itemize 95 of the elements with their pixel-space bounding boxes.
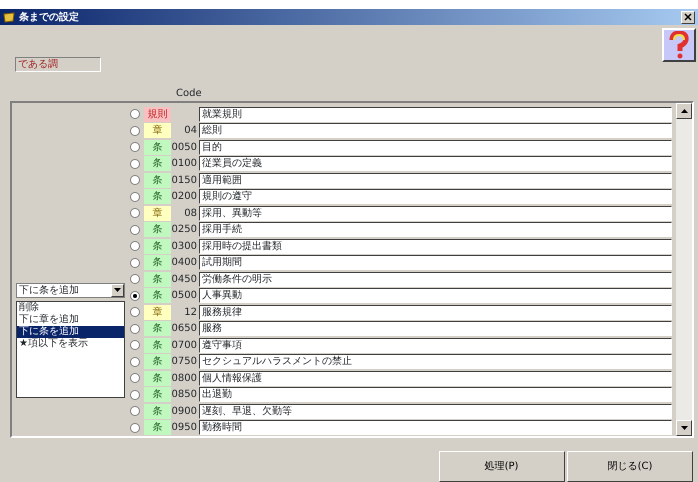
dialog-button[interactable]: 処理(P) [438,451,564,482]
kind-tag: 章 [144,123,171,138]
title-field[interactable]: 採用時の提出書類 [199,238,672,254]
title-field[interactable]: 服務規律 [199,304,672,320]
code-text: 0400 [171,256,198,270]
kind-tag: 条 [144,404,171,419]
title-field[interactable]: 服務 [199,321,672,336]
radio-button[interactable] [130,192,140,202]
code-text: 0150 [171,174,198,188]
kind-tag: 条 [144,272,171,287]
radio-button[interactable] [130,373,140,384]
list-item[interactable]: 削除 [17,302,124,314]
kind-tag: 条 [144,255,171,270]
title-field[interactable]: 遅刻、早退、欠勤等 [199,404,672,419]
code-text: 0300 [171,240,198,254]
radio-button[interactable] [130,175,140,186]
title-field[interactable]: 遵守事項 [199,338,672,353]
radio-button[interactable] [130,324,140,334]
code-text: 0800 [171,372,198,386]
close-icon[interactable] [684,13,692,21]
radio-button[interactable] [130,356,140,367]
title-field[interactable]: 試用期間 [199,255,672,270]
kind-tag: 条 [144,338,171,353]
title-field[interactable]: 目的 [199,140,672,155]
style-label: である調 [15,57,101,72]
code-text: 0950 [171,421,198,436]
close-button[interactable] [681,10,695,24]
radio-button[interactable] [130,126,140,136]
kind-tag: 条 [144,354,171,370]
dialog-button[interactable]: 閉じる(C) [567,451,693,482]
kind-tag: 章 [144,304,171,320]
code-text: 0650 [171,322,198,336]
code-text: 12 [183,306,198,320]
radio-button[interactable] [130,290,140,301]
radio-button[interactable] [130,142,140,152]
title-field[interactable]: 労働条件の明示 [199,272,672,287]
code-text: 0200 [171,190,198,204]
code-text: 0050 [171,140,198,155]
kind-tag: 条 [144,189,171,204]
code-text: 0850 [171,388,198,402]
title-field[interactable]: 人事異動 [199,288,672,304]
kind-tag: 条 [144,140,171,155]
radio-button[interactable] [130,406,140,416]
title-field[interactable]: セクシュアルハラスメントの禁止 [199,354,672,370]
scroll-up-icon[interactable] [676,103,692,120]
radio-button[interactable] [130,258,140,268]
radio-button[interactable] [130,224,140,235]
radio-button[interactable] [130,109,140,120]
title-field[interactable]: 規則の遵守 [199,189,672,204]
kind-tag: 条 [144,238,171,254]
scroll-down-icon[interactable] [676,420,692,436]
action-dropdown[interactable]: 下に条を追加 [16,283,125,298]
radio-button[interactable] [130,307,140,318]
radio-button[interactable] [130,158,140,169]
title-field[interactable]: 就業規則 [199,106,672,122]
radio-button[interactable] [130,390,140,400]
kind-tag: 規則 [144,106,171,122]
code-text: 0700 [171,338,198,353]
app-icon [3,12,15,23]
code-text: 0500 [171,289,198,304]
title-field[interactable]: 採用、異動等 [199,206,672,221]
code-text: 0900 [171,404,198,419]
kind-tag: 条 [144,288,171,304]
kind-tag: 条 [144,222,171,238]
radio-button[interactable] [130,241,140,252]
kind-tag: 条 [144,420,171,436]
radio-button[interactable] [130,340,140,350]
scrollbar[interactable] [676,103,692,436]
list-item[interactable]: ★項以下を表示 [17,338,124,350]
title-field[interactable]: 適用範囲 [199,172,672,188]
radio-button[interactable] [130,422,140,433]
kind-tag: 条 [144,370,171,386]
code-text: 0100 [171,157,198,172]
kind-tag: 条 [144,172,171,188]
kind-tag: 章 [144,206,171,221]
title-field[interactable]: 個人情報保護 [199,370,672,386]
radio-button[interactable] [130,208,140,218]
kind-tag: 条 [144,321,171,336]
title-field[interactable]: 勤務時間 [199,420,672,436]
title-field[interactable]: 採用手続 [199,222,672,238]
help-button[interactable] [662,28,696,62]
window-title: 条までの設定 [19,10,79,25]
kind-tag: 条 [144,387,171,402]
code-text: 04 [183,124,198,138]
list-item[interactable]: 下に条を追加 [17,326,124,338]
kind-tag: 条 [144,156,171,172]
code-text: 0250 [171,223,198,238]
column-header: Code [176,88,202,99]
radio-button[interactable] [130,274,140,284]
title-field[interactable]: 総則 [199,123,672,138]
code-text: 0750 [171,355,198,370]
code-text: 0450 [171,272,198,287]
title-field[interactable]: 出退勤 [199,387,672,402]
code-text: 08 [183,206,198,221]
title-field[interactable]: 従業員の定義 [199,156,672,172]
